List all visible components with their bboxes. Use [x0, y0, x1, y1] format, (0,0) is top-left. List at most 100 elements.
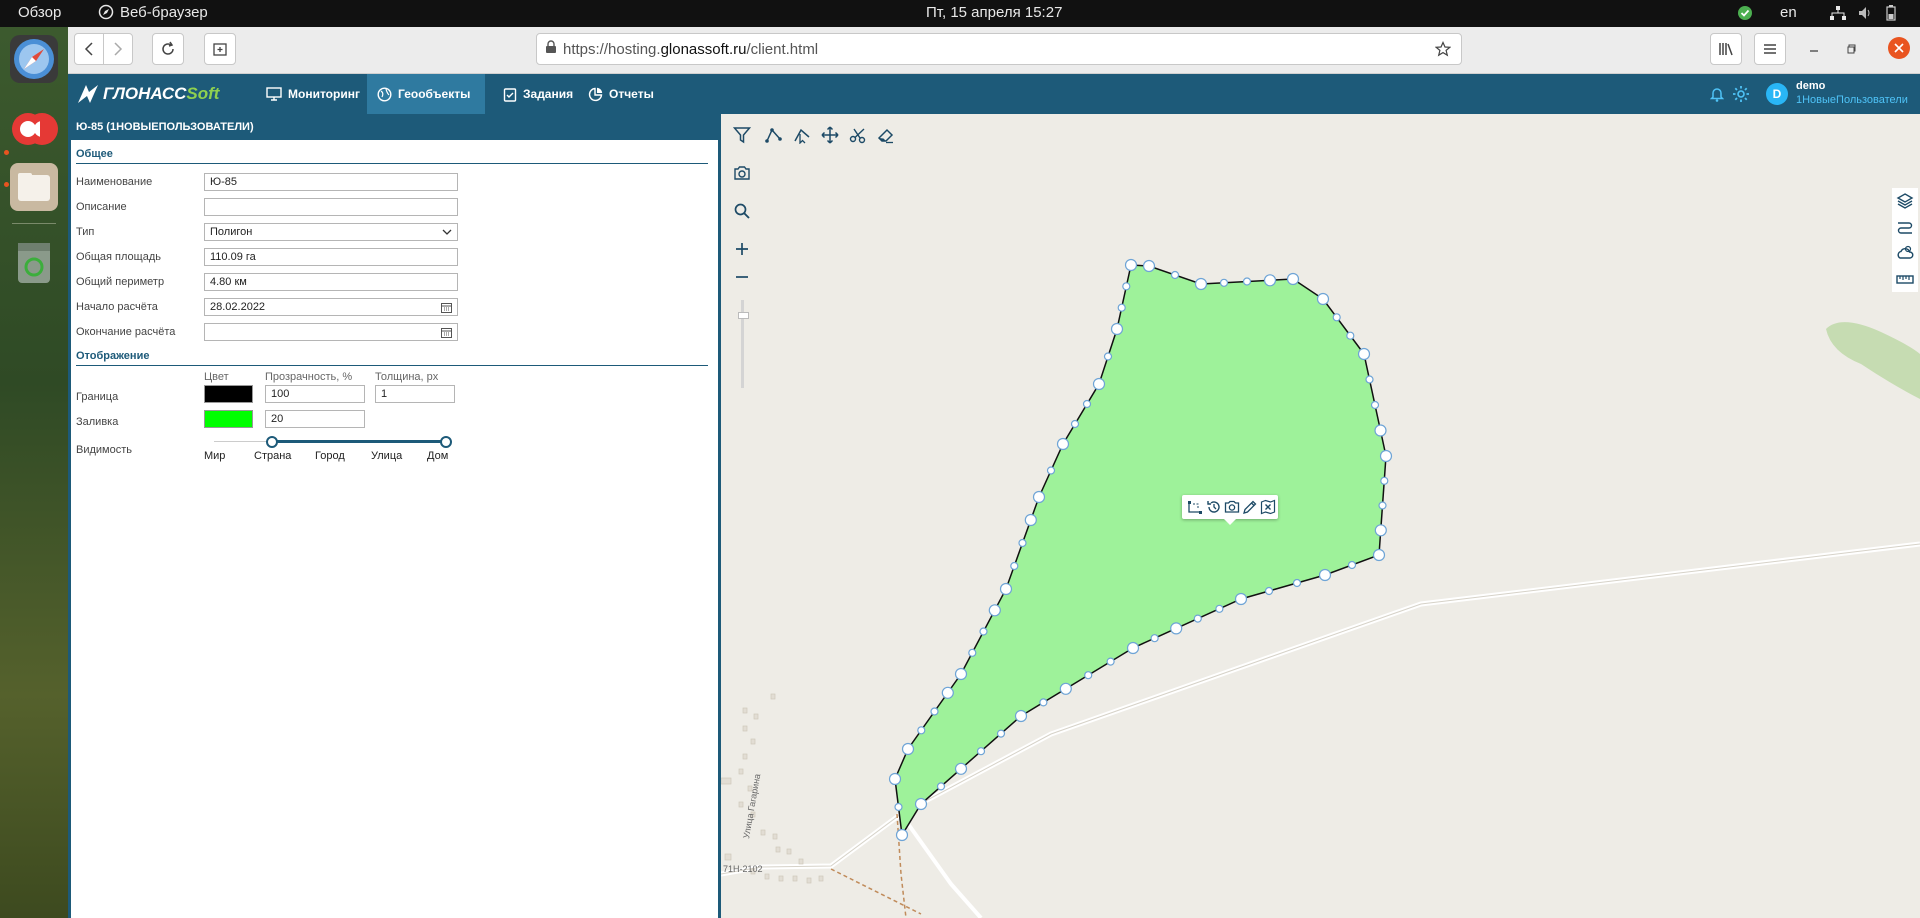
perimeter-input[interactable]: 4.80 км [204, 273, 458, 291]
vertex-marker[interactable] [954, 667, 968, 681]
geoobject-polygon[interactable] [894, 264, 1387, 838]
vertex-marker[interactable] [1194, 277, 1208, 291]
delete-object-icon[interactable] [1260, 499, 1276, 520]
slider-handle-to[interactable] [440, 436, 452, 448]
vertex-marker[interactable] [1110, 322, 1124, 336]
vertex-marker[interactable] [1370, 400, 1380, 410]
vertex-marker[interactable] [988, 604, 1001, 617]
filter-button[interactable] [729, 122, 755, 148]
vertex-marker[interactable] [1046, 466, 1056, 475]
vertex-marker[interactable] [1056, 437, 1070, 451]
history-icon[interactable] [1206, 499, 1222, 520]
pencil-icon[interactable] [1242, 499, 1258, 520]
vertex-marker[interactable] [1142, 259, 1156, 273]
vertex-marker[interactable] [1092, 377, 1106, 391]
vertex-marker[interactable] [901, 742, 915, 756]
vertex-marker[interactable] [1318, 568, 1332, 582]
visibility-slider[interactable]: Мир Страна Город Улица Дом [204, 436, 454, 464]
vertex-marker[interactable] [1292, 578, 1302, 588]
close-button[interactable] [1888, 37, 1910, 59]
user-avatar[interactable]: D [1766, 83, 1788, 105]
calendar-icon[interactable] [441, 327, 452, 338]
vertex-marker[interactable] [1332, 313, 1341, 322]
weather-button[interactable] [1892, 240, 1918, 266]
border-thickness-input[interactable]: 1 [375, 385, 455, 403]
reload-button[interactable] [152, 33, 184, 65]
vertex-marker[interactable] [895, 828, 909, 842]
vertex-marker[interactable] [1018, 538, 1027, 548]
vertex-marker[interactable] [1234, 592, 1248, 606]
layers-button[interactable] [1892, 188, 1918, 214]
edit-vertices-action-icon[interactable] [1187, 499, 1203, 520]
vertex-marker[interactable] [1264, 586, 1274, 596]
slider-handle-from[interactable] [266, 436, 278, 448]
vertex-marker[interactable] [917, 726, 926, 735]
vertex-marker[interactable] [1215, 604, 1224, 613]
route-button[interactable] [1892, 214, 1918, 240]
nav-monitoring[interactable]: Мониторинг [256, 74, 370, 114]
vertex-marker[interactable] [999, 582, 1013, 596]
overview-button[interactable]: Обзор [18, 4, 61, 21]
vertex-marker[interactable] [1372, 548, 1386, 562]
vertex-marker[interactable] [1286, 272, 1300, 286]
zoom-slider-handle[interactable] [738, 312, 749, 319]
edit-vertices-button[interactable] [789, 122, 815, 148]
battery-icon[interactable] [1886, 5, 1896, 25]
border-color-swatch[interactable] [204, 385, 253, 403]
address-bar[interactable]: https://hosting. glonassoft.ru/client.htm… [536, 33, 1462, 65]
dock-files-icon[interactable] [10, 163, 58, 211]
move-button[interactable] [817, 122, 843, 148]
zoom-in-button[interactable] [729, 236, 755, 262]
vertex-marker[interactable] [1374, 524, 1387, 537]
vertex-marker[interactable] [1219, 278, 1229, 287]
vertex-marker[interactable] [1242, 277, 1252, 286]
forward-button[interactable] [103, 33, 133, 65]
draw-polyline-button[interactable] [761, 122, 787, 148]
user-group[interactable]: 1НовыеПользователи [1796, 94, 1908, 106]
vertex-marker[interactable] [1124, 258, 1138, 272]
description-input[interactable] [204, 198, 458, 216]
vertex-marker[interactable] [1263, 274, 1277, 287]
vertex-marker[interactable] [1106, 657, 1115, 666]
user-name[interactable]: demo [1796, 80, 1825, 92]
vertex-marker[interactable] [1170, 622, 1183, 635]
dock-trash-icon[interactable] [14, 239, 54, 285]
vertex-marker[interactable] [1193, 614, 1202, 623]
eraser-button[interactable] [873, 122, 899, 148]
fill-color-swatch[interactable] [204, 410, 253, 428]
fill-opacity-input[interactable]: 20 [265, 410, 365, 428]
vertex-marker[interactable] [954, 762, 968, 775]
vertex-marker[interactable] [1126, 641, 1140, 655]
area-input[interactable]: 110.09 га [204, 248, 458, 266]
settings-gear-icon[interactable] [1732, 85, 1750, 108]
calendar-icon[interactable] [441, 302, 452, 313]
calc-end-input[interactable] [204, 323, 458, 341]
vertex-marker[interactable] [1082, 399, 1092, 409]
new-tab-button[interactable] [204, 33, 236, 65]
vertex-marker[interactable] [1346, 331, 1355, 340]
network-icon[interactable] [1830, 6, 1846, 24]
nav-reports[interactable]: Отчеты [578, 74, 664, 114]
vertex-marker[interactable] [968, 648, 977, 657]
zoom-out-button[interactable] [729, 264, 755, 290]
cut-button[interactable] [845, 122, 871, 148]
vertex-marker[interactable] [936, 782, 946, 791]
vertex-marker[interactable] [1117, 303, 1126, 312]
vertex-marker[interactable] [1024, 513, 1037, 527]
nav-tasks[interactable]: Задания [493, 74, 583, 114]
notifications-bell-icon[interactable] [1709, 86, 1725, 107]
active-app-name[interactable]: Веб-браузер [120, 4, 208, 21]
vertex-marker[interactable] [1379, 449, 1393, 463]
dock-browser-icon[interactable] [10, 35, 58, 83]
nav-geoobjects[interactable]: Геообъекты [367, 74, 485, 114]
vertex-marker[interactable] [1365, 375, 1374, 384]
vertex-marker[interactable] [1084, 671, 1093, 680]
name-input[interactable]: Ю-85 [204, 173, 458, 191]
page-info-icon[interactable] [545, 40, 557, 58]
dock-dc-app-icon[interactable] [10, 105, 58, 153]
vertex-marker[interactable] [1032, 490, 1046, 504]
clock[interactable]: Пт, 15 апреля 15:27 [926, 4, 1062, 21]
vertex-marker[interactable] [1170, 270, 1180, 280]
minimize-button[interactable] [1808, 42, 1820, 60]
vertex-marker[interactable] [996, 729, 1006, 738]
